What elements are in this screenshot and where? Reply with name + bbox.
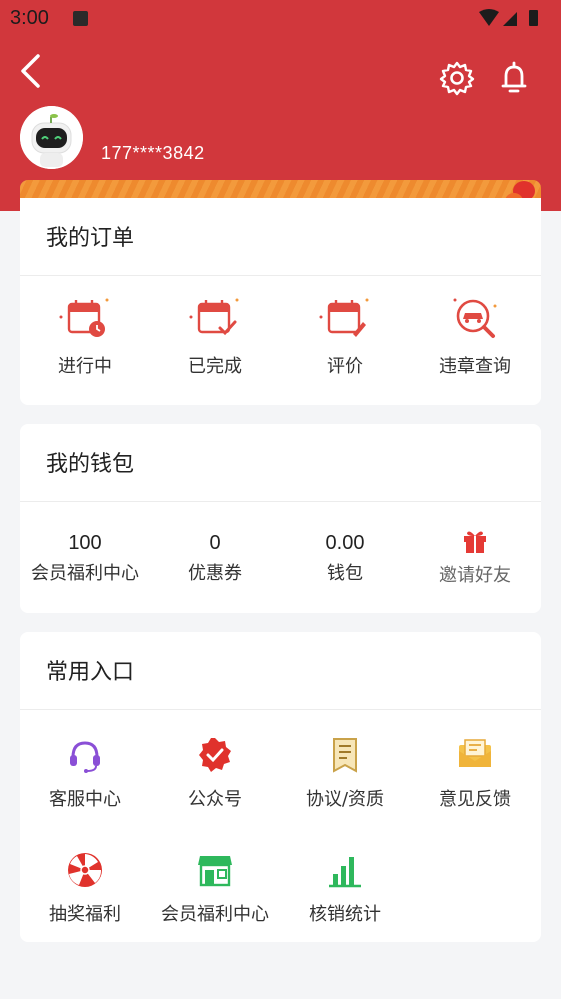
headset-icon (70, 741, 100, 773)
shortcut-member-center[interactable]: 会员福利中心 (150, 850, 280, 926)
wallet-balance[interactable]: 0.00 钱包 (280, 532, 410, 585)
shortcut-official-account[interactable]: 公众号 (150, 735, 280, 811)
wallet-coupons[interactable]: 0 优惠券 (150, 532, 280, 585)
wallet-label: 会员福利中心 (31, 563, 139, 584)
avatar[interactable] (20, 106, 83, 169)
user-phone: 177****3842 (101, 143, 205, 163)
shortcut-feedback[interactable]: 意见反馈 (410, 735, 540, 811)
shortcut-customer-service[interactable]: 客服中心 (20, 735, 150, 811)
badge-icon (199, 738, 231, 772)
bar-chart-icon (329, 857, 361, 888)
gift-icon (464, 531, 486, 553)
wallet-card: 我的钱包 100 会员福利中心 0 优惠券 0.00 钱包 邀请好友 (20, 424, 541, 613)
invite-friends[interactable]: 邀请好友 (410, 527, 540, 587)
wallet-label: 钱包 (327, 563, 363, 584)
battery-icon (529, 10, 538, 26)
divider (20, 709, 541, 710)
shortcut-label: 公众号 (188, 789, 242, 810)
divider (20, 501, 541, 502)
store-icon (198, 856, 232, 887)
chevron-left-icon (21, 54, 40, 88)
signal-icon (503, 12, 517, 26)
shortcut-label: 核销统计 (309, 904, 381, 925)
shortcuts-card: 常用入口 客服中心 公众号 协议/资质 意见反馈 抽奖福利 会员福利中心 核销统… (20, 632, 541, 942)
shortcut-label: 会员福利中心 (161, 904, 269, 925)
order-label: 进行中 (58, 356, 112, 377)
shortcut-label: 客服中心 (49, 789, 121, 810)
wallet-value: 100 (68, 532, 102, 554)
calendar-check-icon (189, 298, 239, 336)
status-bar: 3:00 (0, 0, 561, 38)
shortcut-agreements[interactable]: 协议/资质 (280, 735, 410, 811)
wallet-title: 我的钱包 (46, 452, 135, 477)
notification-app-icon (73, 11, 88, 26)
status-icons (479, 9, 538, 26)
order-in-progress[interactable]: 进行中 (20, 292, 150, 378)
violation-query[interactable]: 违章查询 (410, 292, 540, 378)
order-label: 违章查询 (439, 356, 511, 377)
gear-icon (439, 61, 475, 96)
shortcuts-title: 常用入口 (46, 660, 135, 685)
shortcut-label: 意见反馈 (439, 789, 511, 810)
bell-icon (501, 61, 527, 93)
calendar-pen-icon (319, 298, 369, 337)
shortcut-writeoff-stats[interactable]: 核销统计 (280, 850, 410, 926)
order-review[interactable]: 评价 (280, 292, 410, 378)
wifi-icon (479, 9, 499, 26)
orders-card: 我的订单 进行中 已完成 评价 违章查询 (20, 198, 541, 405)
settings-button[interactable] (437, 58, 477, 98)
document-icon (333, 738, 357, 773)
status-time: 3:00 (10, 7, 49, 29)
shortcut-lottery[interactable]: 抽奖福利 (20, 850, 150, 926)
car-search-icon (453, 298, 497, 338)
orders-title: 我的订单 (46, 226, 135, 251)
order-label: 已完成 (188, 356, 242, 377)
lottery-wheel-icon (68, 853, 102, 887)
wallet-label: 优惠券 (188, 563, 242, 584)
order-label: 评价 (327, 356, 363, 377)
order-completed[interactable]: 已完成 (150, 292, 280, 378)
mail-icon (459, 739, 491, 767)
wallet-member-points[interactable]: 100 会员福利中心 (20, 532, 150, 585)
wallet-value: 0.00 (325, 532, 365, 554)
notifications-button[interactable] (494, 58, 534, 98)
shortcut-label: 抽奖福利 (49, 904, 121, 925)
robot-avatar-icon (20, 106, 83, 169)
shortcut-label: 协议/资质 (305, 789, 385, 810)
back-button[interactable] (14, 52, 54, 92)
calendar-clock-icon (59, 298, 109, 337)
wallet-label: 邀请好友 (439, 565, 511, 586)
divider (20, 275, 541, 276)
wallet-value: 0 (209, 532, 221, 554)
